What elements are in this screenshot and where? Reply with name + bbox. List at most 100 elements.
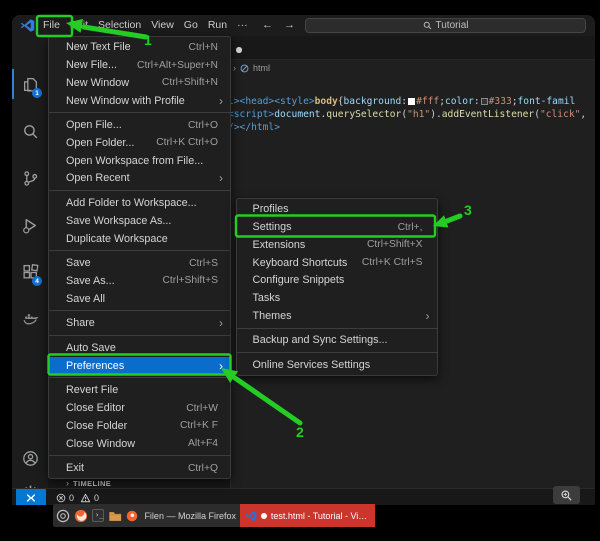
submenu-chevron-icon: ›: [426, 309, 430, 323]
menu-item-open-recent[interactable]: Open Recent›: [49, 170, 230, 188]
menu-item-auto-save[interactable]: Auto Save: [49, 339, 230, 357]
menu-item-duplicate-workspace[interactable]: Duplicate Workspace: [49, 230, 230, 248]
menubar-view[interactable]: View: [146, 15, 179, 36]
menu-item-save-all[interactable]: Save All: [49, 290, 230, 308]
taskbar-active-label: test.html - Tutorial - Vis...: [271, 511, 370, 521]
breadcrumb-lang: html: [253, 63, 270, 73]
menu-item-settings[interactable]: SettingsCtrl+,: [237, 218, 437, 236]
remote-indicator[interactable]: [16, 489, 46, 505]
menu-separator: [49, 377, 230, 378]
menu-item-online-services-settings[interactable]: Online Services Settings: [237, 356, 437, 374]
menu-item-new-file[interactable]: New File...Ctrl+Alt+Super+N: [49, 56, 230, 74]
docker-icon[interactable]: [22, 310, 39, 327]
menu-item-new-text-file[interactable]: New Text FileCtrl+N: [49, 38, 230, 56]
menu-separator: [49, 455, 230, 456]
menubar-selection[interactable]: Selection: [93, 15, 146, 36]
menu-item-close-window[interactable]: Close WindowAlt+F4: [49, 435, 230, 453]
run-debug-icon[interactable]: [22, 217, 39, 234]
menu-item-profiles[interactable]: Profiles: [237, 200, 437, 218]
breadcrumb-chevron-icon: ›: [233, 63, 236, 73]
menu-item-save-workspace-as[interactable]: Save Workspace As...: [49, 212, 230, 230]
nav-forward-icon[interactable]: →: [284, 15, 295, 36]
menu-item-shortcut: Ctrl+W: [186, 403, 218, 414]
menu-item-close-editor[interactable]: Close EditorCtrl+W: [49, 399, 230, 417]
code-token: :: [401, 96, 407, 107]
menu-item-backup-and-sync-settings[interactable]: Backup and Sync Settings...: [237, 332, 437, 350]
menu-item-label: New Window with Profile: [66, 95, 185, 107]
menubar-edit[interactable]: Edit: [65, 15, 93, 36]
tab-modified-dot: [236, 47, 242, 53]
menu-item-shortcut: Ctrl+K Ctrl+S: [362, 257, 423, 268]
taskbar-active-entry[interactable]: test.html - Tutorial - Vis...: [240, 504, 375, 527]
source-control-icon[interactable]: [22, 170, 39, 187]
menu-item-keyboard-shortcuts[interactable]: Keyboard ShortcutsCtrl+K Ctrl+S: [237, 254, 437, 272]
nav-back-icon[interactable]: ←: [262, 15, 273, 36]
menu-item-open-folder[interactable]: Open Folder...Ctrl+K Ctrl+O: [49, 134, 230, 152]
preferences-submenu: ProfilesSettingsCtrl+,ExtensionsCtrl+Shi…: [236, 198, 438, 376]
code-token: :: [474, 96, 480, 107]
code-token: background: [344, 96, 402, 107]
explorer-badge: 1: [32, 88, 42, 98]
taskbar-firefox-entry[interactable]: Filen — Mozilla Firefox: [144, 511, 236, 521]
menu-item-label: Auto Save: [66, 342, 116, 354]
code-token: document: [274, 109, 320, 120]
menu-item-label: Online Services Settings: [253, 359, 371, 371]
menubar-go[interactable]: Go: [179, 15, 203, 36]
menu-item-exit[interactable]: ExitCtrl+Q: [49, 459, 230, 477]
menu-bar: File Edit Selection View Go Run ···: [38, 15, 253, 36]
editor-tab-strip: [231, 36, 595, 60]
submenu-chevron-icon: ›: [219, 171, 223, 185]
menu-item-shortcut: Ctrl+S: [189, 258, 218, 269]
problems-status[interactable]: 0 0: [56, 489, 99, 505]
menu-item-label: Close Window: [66, 438, 135, 450]
terminal-icon[interactable]: ›_: [92, 509, 104, 522]
menu-separator: [49, 190, 230, 191]
menu-item-preferences[interactable]: Preferences›: [49, 357, 230, 375]
menu-item-label: Save As...: [66, 275, 115, 287]
code-lines[interactable]: l><head><style>body{background:#fff;colo…: [228, 95, 586, 134]
accounts-icon[interactable]: [22, 450, 39, 467]
menu-item-add-folder-to-workspace[interactable]: Add Folder to Workspace...: [49, 194, 230, 212]
desktop: File Edit Selection View Go Run ··· ← → …: [0, 0, 600, 541]
command-center-search[interactable]: Tutorial: [305, 18, 586, 33]
color-swatch: [408, 98, 415, 105]
menu-item-tasks[interactable]: Tasks: [237, 289, 437, 307]
menubar-run[interactable]: Run: [203, 15, 232, 36]
menu-item-themes[interactable]: Themes›: [237, 307, 437, 325]
app-launcher-icon[interactable]: [56, 509, 70, 523]
menu-item-new-window[interactable]: New WindowCtrl+Shift+N: [49, 74, 230, 92]
menu-item-extensions[interactable]: ExtensionsCtrl+Shift+X: [237, 236, 437, 254]
menu-item-configure-snippets[interactable]: Configure Snippets: [237, 271, 437, 289]
code-token: l><head><style>: [228, 96, 315, 107]
firefox-pinned-icon[interactable]: [74, 509, 88, 523]
menu-item-close-folder[interactable]: Close FolderCtrl+K F: [49, 417, 230, 435]
menu-item-open-file[interactable]: Open File...Ctrl+O: [49, 116, 230, 134]
submenu-chevron-icon: ›: [219, 359, 223, 373]
menu-item-label: Extensions: [253, 239, 306, 251]
menu-item-share[interactable]: Share›: [49, 314, 230, 332]
menu-item-label: Open Folder...: [66, 137, 134, 149]
zoom-button[interactable]: [553, 486, 580, 504]
menu-item-label: Exit: [66, 462, 84, 474]
status-bar: 0 0: [12, 488, 595, 505]
menu-item-shortcut: Ctrl+Alt+Super+N: [137, 60, 218, 71]
search-view-icon[interactable]: [22, 123, 39, 140]
menu-item-open-workspace-from-file[interactable]: Open Workspace from File...: [49, 152, 230, 170]
menu-item-save[interactable]: SaveCtrl+S: [49, 254, 230, 272]
firefox-window-icon[interactable]: [126, 510, 138, 522]
menu-item-label: Tasks: [253, 292, 281, 304]
menu-item-save-as[interactable]: Save As...Ctrl+Shift+S: [49, 272, 230, 290]
menu-item-label: Settings: [253, 221, 292, 233]
menu-item-label: Revert File: [66, 384, 118, 396]
menu-item-revert-file[interactable]: Revert File: [49, 381, 230, 399]
submenu-chevron-icon: ›: [219, 94, 223, 108]
breadcrumb[interactable]: › html: [233, 60, 270, 76]
code-token: font-famil: [518, 96, 576, 107]
remote-icon: [25, 492, 37, 504]
search-value: Tutorial: [436, 20, 469, 31]
menubar-more[interactable]: ···: [232, 15, 253, 36]
file-manager-folder-icon[interactable]: [108, 509, 122, 523]
menubar-file[interactable]: File: [38, 15, 65, 36]
menu-item-label: Duplicate Workspace: [66, 233, 168, 245]
menu-item-new-window-with-profile[interactable]: New Window with Profile ›: [49, 92, 230, 110]
